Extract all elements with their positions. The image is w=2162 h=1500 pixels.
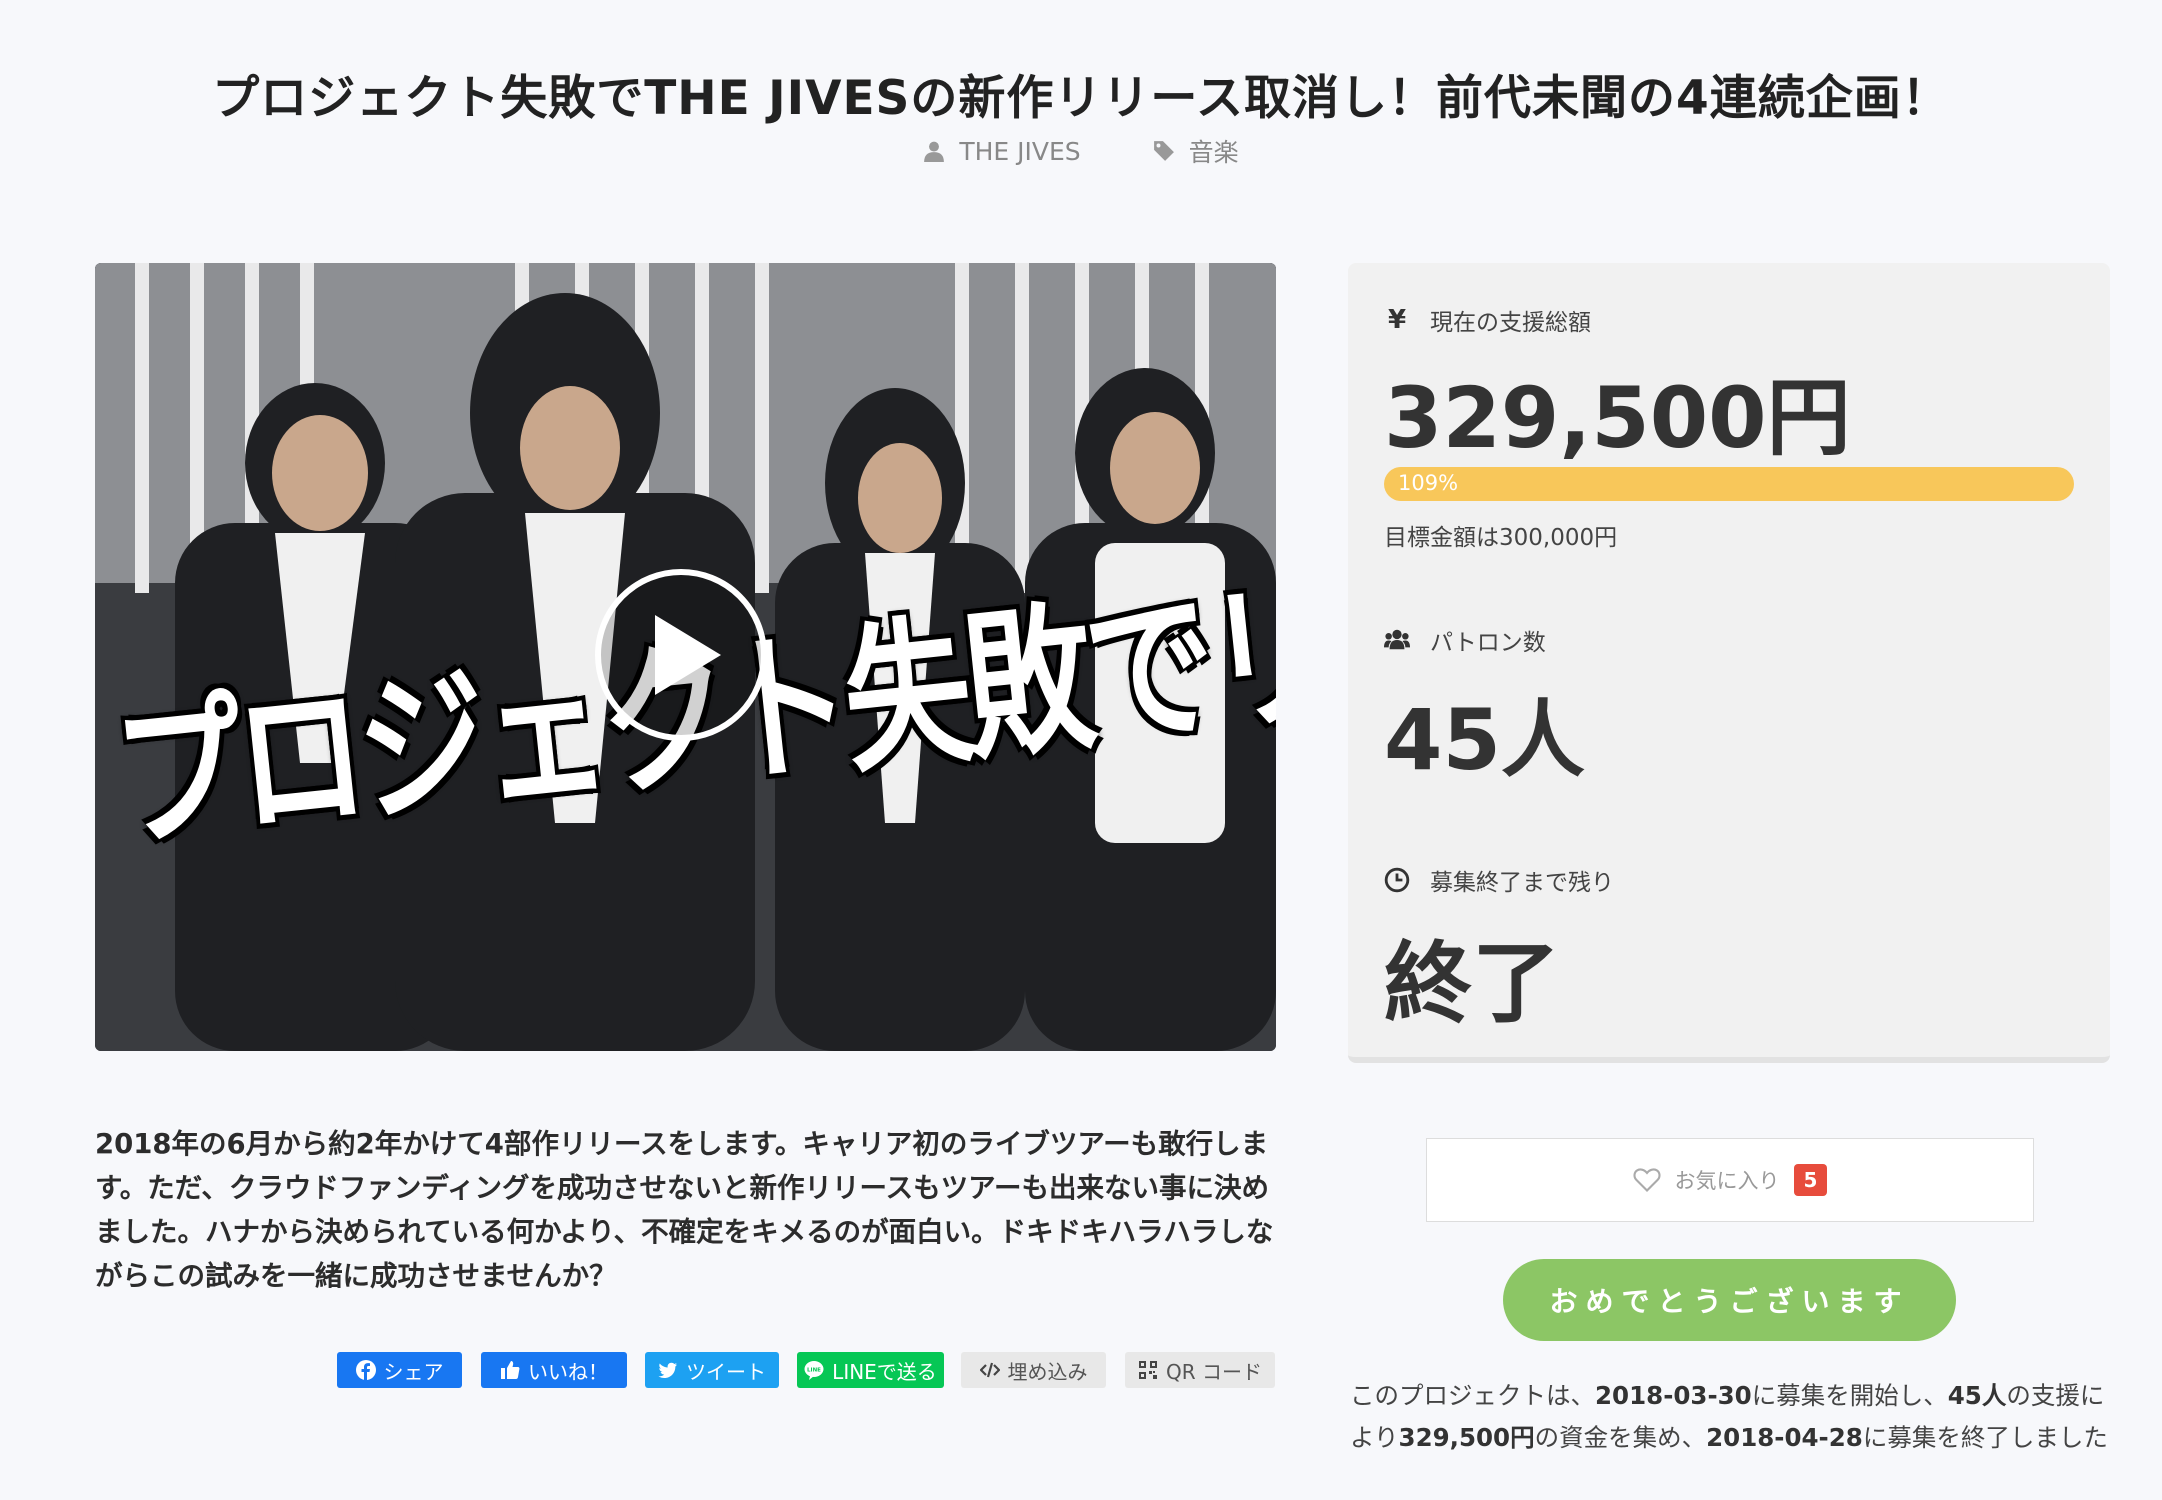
facebook-icon bbox=[355, 1360, 376, 1380]
project-description: 2018年の6月から約2年かけて4部作リリースをします。キャリア初のライブツアー… bbox=[95, 1128, 1274, 1292]
project-summary: このプロジェクトは、2018-03-30に募集を開始し、45人の支援により329… bbox=[1350, 1375, 2120, 1459]
qr-code-icon bbox=[1139, 1361, 1157, 1379]
qr-code-button[interactable]: QR コード bbox=[1125, 1352, 1275, 1388]
amount-label-row: ¥ 現在の支援総額 bbox=[1384, 303, 1591, 337]
user-icon bbox=[924, 141, 945, 162]
clock-icon bbox=[1384, 867, 1410, 893]
code-icon bbox=[979, 1362, 1000, 1378]
heart-icon bbox=[1632, 1168, 1661, 1192]
embed-label: 埋め込み bbox=[1007, 1359, 1088, 1384]
amount-value: 329,500円 bbox=[1384, 369, 1851, 467]
play-icon bbox=[655, 615, 721, 695]
twitter-bird-icon bbox=[658, 1362, 677, 1378]
owner-name: THE JIVES bbox=[959, 136, 1081, 166]
summary-patrons: 45人 bbox=[1947, 1381, 2007, 1410]
yen-icon: ¥ bbox=[1387, 305, 1407, 335]
favorite-button[interactable]: お気に入り 5 bbox=[1426, 1138, 2034, 1222]
tweet-button[interactable]: ツイート bbox=[645, 1352, 779, 1388]
line-icon: LINE bbox=[804, 1361, 824, 1380]
facebook-share-label: シェア bbox=[383, 1359, 444, 1384]
goal-amount: 目標金額は300,000円 bbox=[1384, 525, 1618, 551]
summary-text-1: このプロジェクトは、 bbox=[1350, 1381, 1595, 1410]
owner-link[interactable]: THE JIVES bbox=[923, 136, 1081, 166]
qr-code-label: QR コード bbox=[1166, 1359, 1262, 1384]
summary-text-2: に募集を開始し、 bbox=[1751, 1381, 1948, 1410]
favorite-label: お気に入り bbox=[1674, 1169, 1780, 1193]
project-meta: THE JIVES 音楽 bbox=[0, 133, 2162, 169]
patrons-label: パトロン数 bbox=[1430, 630, 1546, 656]
project-video[interactable]: プロジェクト失敗でリリース取消！ bbox=[95, 263, 1276, 1051]
category-link[interactable]: 音楽 bbox=[1153, 133, 1239, 169]
patrons-label-row: パトロン数 bbox=[1384, 623, 1546, 657]
patrons-count: 45人 bbox=[1384, 691, 1585, 789]
users-icon bbox=[1384, 627, 1410, 653]
progress-fill bbox=[1384, 467, 2074, 501]
funding-stats-panel: ¥ 現在の支援総額 329,500円 109% 目標金額は300,000円 パト… bbox=[1348, 263, 2110, 1063]
summary-start-date: 2018-03-30 bbox=[1595, 1381, 1752, 1410]
embed-button[interactable]: 埋め込み bbox=[961, 1352, 1106, 1388]
svg-text:LINE: LINE bbox=[807, 1368, 821, 1374]
category-name: 音楽 bbox=[1188, 138, 1239, 167]
progress-bar: 109% bbox=[1384, 467, 2074, 501]
tweet-label: ツイート bbox=[686, 1359, 766, 1384]
tag-icon bbox=[1153, 141, 1174, 161]
congrats-button[interactable]: おめでとうございます bbox=[1503, 1259, 1956, 1341]
summary-end-date: 2018-04-28 bbox=[1706, 1423, 1863, 1452]
facebook-like-label: いいね！ bbox=[528, 1359, 608, 1384]
line-share-button[interactable]: LINE LINEで送る bbox=[797, 1352, 944, 1388]
line-share-label: LINEで送る bbox=[832, 1359, 937, 1384]
facebook-share-button[interactable]: シェア bbox=[337, 1352, 462, 1388]
summary-text-4: の資金を集め、 bbox=[1534, 1423, 1707, 1452]
page-title: プロジェクト失敗でTHE JIVESの新作リリース取消し！前代未聞の4連続企画！ bbox=[212, 71, 1950, 127]
facebook-like-button[interactable]: いいね！ bbox=[481, 1352, 627, 1388]
remaining-label-row: 募集終了まで残り bbox=[1384, 863, 1614, 897]
play-button[interactable] bbox=[595, 569, 767, 741]
progress-percent: 109% bbox=[1398, 471, 1459, 495]
remaining-value: 終了 bbox=[1384, 932, 1561, 1035]
remaining-label: 募集終了まで残り bbox=[1430, 870, 1614, 896]
thumbs-up-icon bbox=[501, 1361, 520, 1379]
summary-text-5: に募集を終了しました bbox=[1862, 1423, 2108, 1452]
favorite-count-badge: 5 bbox=[1793, 1164, 1828, 1196]
summary-amount: 329,500円 bbox=[1398, 1423, 1535, 1452]
amount-label: 現在の支援総額 bbox=[1430, 310, 1591, 336]
